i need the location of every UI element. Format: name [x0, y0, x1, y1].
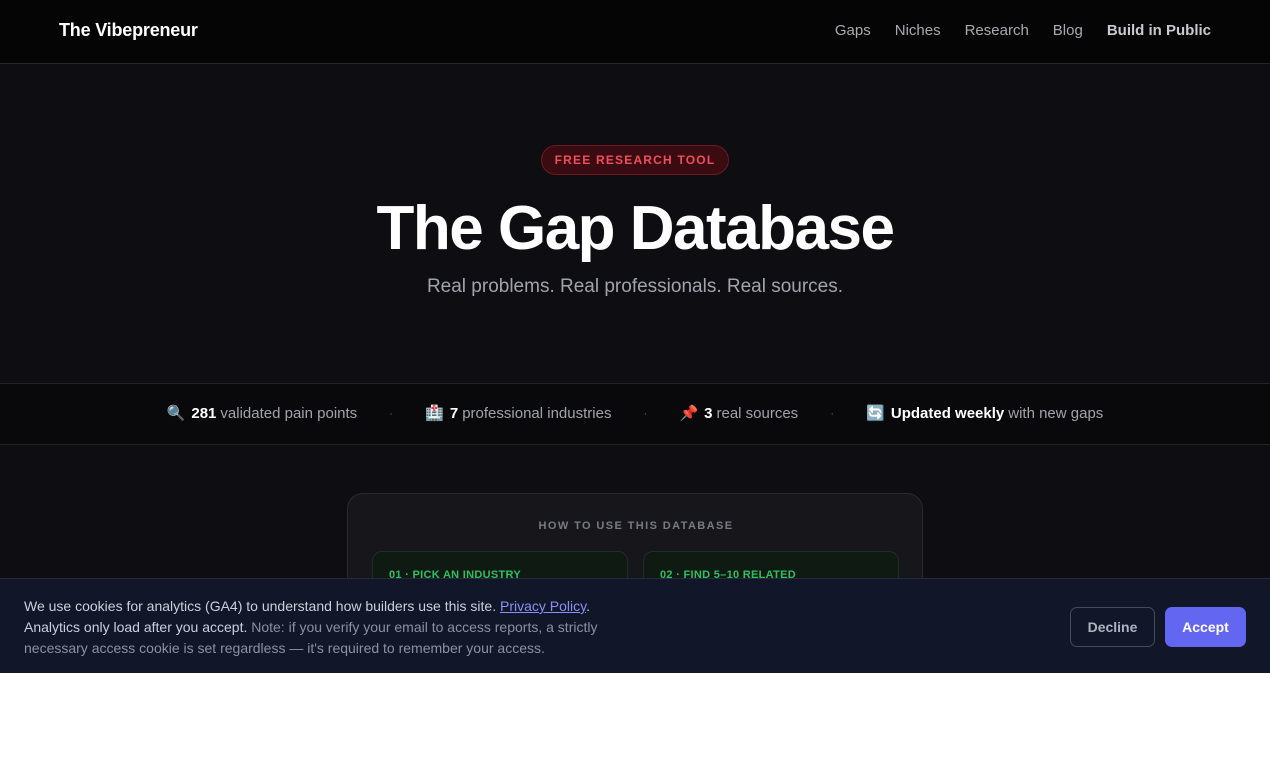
cookie-text-period: .: [586, 598, 590, 614]
nav-link-build-in-public[interactable]: Build in Public: [1107, 22, 1211, 39]
accept-button[interactable]: Accept: [1165, 607, 1246, 647]
stat-separator: ·: [830, 406, 835, 420]
stat-sources: 📌 3 real sources: [679, 404, 799, 423]
stat-label: validated pain points: [220, 404, 358, 422]
cookie-banner: We use cookies for analytics (GA4) to un…: [0, 578, 1270, 673]
decline-button[interactable]: Decline: [1070, 607, 1155, 647]
stat-value: 3: [704, 404, 713, 422]
stat-value: Updated weekly: [890, 404, 1005, 422]
stat-value: 7: [449, 404, 459, 422]
refresh-icon: 🔄: [866, 405, 885, 422]
magnifier-icon: 🔍: [166, 405, 186, 422]
page-subtitle: Real problems. Real professionals. Real …: [426, 276, 844, 297]
stat-label: professional industries: [462, 404, 612, 422]
pushpin-icon: 📌: [679, 405, 699, 422]
brand-logo[interactable]: The Vibepreneur: [59, 20, 198, 41]
stats-row: 🔍 281 validated pain points · 🏥 7 profes…: [0, 404, 1270, 423]
free-tool-badge: FREE RESEARCH TOOL: [541, 145, 729, 175]
stat-pain-points: 🔍 281 validated pain points: [166, 404, 358, 423]
stat-updated: 🔄 Updated weekly with new gaps: [866, 404, 1104, 423]
how-to-heading: HOW TO USE THIS DATABASE: [538, 520, 734, 532]
nav-link-blog[interactable]: Blog: [1053, 22, 1083, 39]
nav-link-gaps[interactable]: Gaps: [835, 22, 871, 39]
page-title: The Gap Database: [376, 194, 895, 263]
hospital-icon: 🏥: [425, 405, 444, 422]
stat-value: 281: [191, 404, 217, 422]
stat-industries: 🏥 7 professional industries: [425, 404, 612, 423]
nav-links: Gaps Niches Research Blog Build in Publi…: [835, 22, 1211, 39]
nav-link-research[interactable]: Research: [965, 22, 1029, 39]
cookie-text-intro: We use cookies for analytics (GA4) to un…: [24, 598, 500, 614]
page-viewport: The Vibepreneur Gaps Niches Research Blo…: [0, 0, 1270, 673]
stat-label: with new gaps: [1008, 404, 1104, 422]
cookie-message: We use cookies for analytics (GA4) to un…: [24, 596, 624, 659]
stat-separator: ·: [389, 406, 394, 420]
top-navigation: The Vibepreneur Gaps Niches Research Blo…: [0, 0, 1270, 64]
stats-bar: 🔍 281 validated pain points · 🏥 7 profes…: [0, 383, 1270, 445]
stat-separator: ·: [643, 406, 648, 420]
privacy-policy-link[interactable]: Privacy Policy: [500, 598, 586, 614]
nav-link-niches[interactable]: Niches: [895, 22, 941, 39]
cookie-text-analytics: Analytics only load after you accept.: [24, 619, 248, 635]
stat-label: real sources: [716, 404, 799, 422]
hero-section: FREE RESEARCH TOOL The Gap Database Real…: [0, 65, 1270, 383]
